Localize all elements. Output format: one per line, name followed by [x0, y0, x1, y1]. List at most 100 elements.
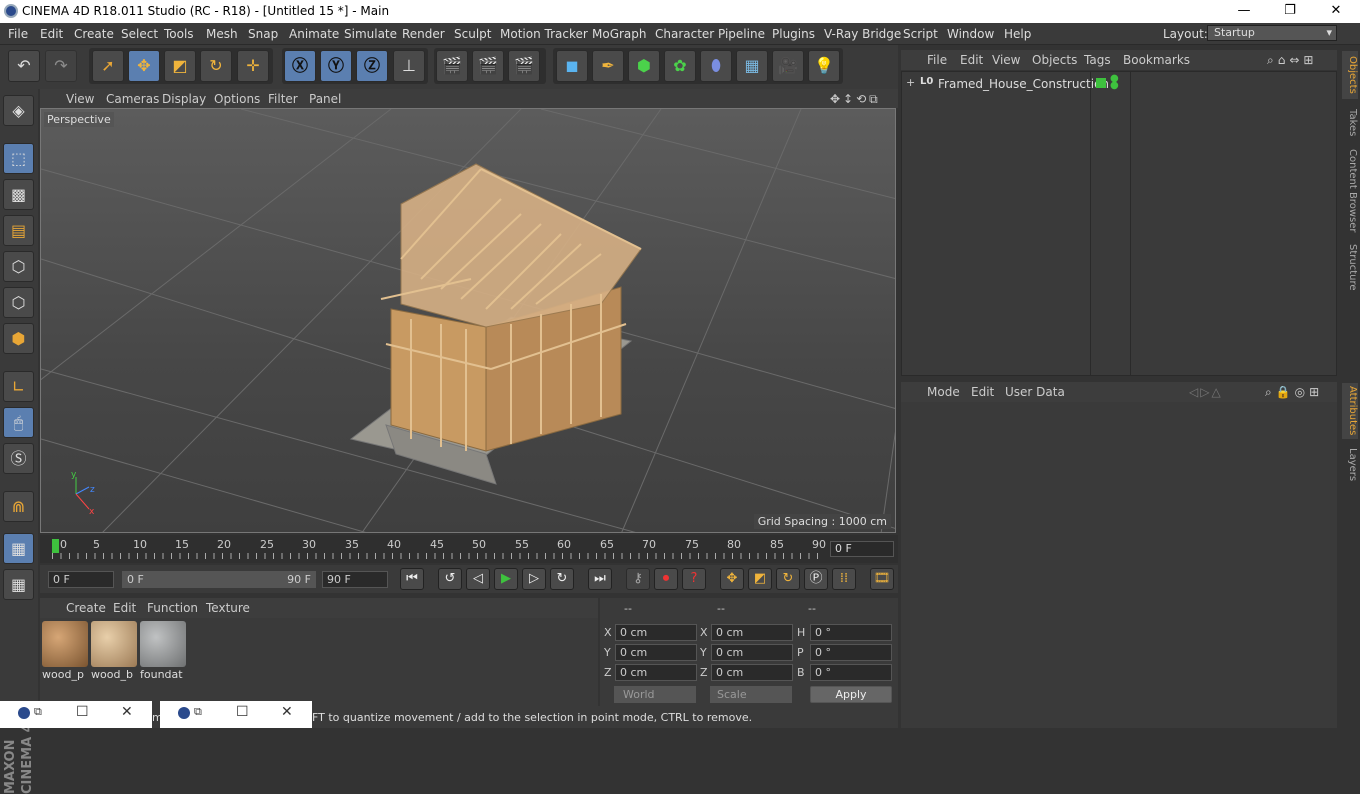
start-frame-field[interactable]: 0 F	[48, 571, 114, 588]
maximize-icon[interactable]: ☐	[236, 704, 249, 720]
workplane-lock-button[interactable]: ▦	[3, 533, 34, 564]
menu-script[interactable]: Script	[903, 27, 938, 41]
attribute-menu-edit[interactable]: Edit	[971, 385, 994, 399]
viewport-menu-filter[interactable]: Filter	[268, 92, 298, 106]
menu-mograph[interactable]: MoGraph	[592, 27, 647, 41]
tab-content-browser[interactable]: Content Browser	[1342, 147, 1358, 235]
expand-toggle[interactable]: +	[906, 76, 915, 89]
cube-button[interactable]: ◼	[556, 50, 588, 82]
key-rotation-button[interactable]: ↻	[776, 568, 800, 590]
live-selection-button[interactable]: ➚	[92, 50, 124, 82]
move-tool-button[interactable]: ✥	[128, 50, 160, 82]
menu-file[interactable]: File	[8, 27, 28, 41]
object-menu-file[interactable]: File	[927, 53, 947, 67]
menu-select[interactable]: Select	[121, 27, 158, 41]
minimized-window[interactable]: ⧉ ☐ ✕	[0, 701, 152, 728]
close-icon[interactable]: ✕	[281, 704, 293, 720]
menu-character[interactable]: Character	[655, 27, 714, 41]
scale-tool-button[interactable]: ◩	[164, 50, 196, 82]
floor-button[interactable]: ▦	[736, 50, 768, 82]
undo-button[interactable]: ↶	[8, 50, 40, 82]
viewport-menu-display[interactable]: Display	[162, 92, 206, 106]
x-axis-button[interactable]: Ⓧ	[284, 50, 316, 82]
apply-button[interactable]: Apply	[810, 686, 892, 703]
tab-attributes[interactable]: Attributes	[1342, 383, 1358, 439]
viewport-menu-view[interactable]: View	[66, 92, 94, 106]
menu-motion-tracker[interactable]: Motion Tracker	[500, 27, 588, 41]
menu-create[interactable]: Create	[74, 27, 114, 41]
object-row[interactable]: + L0 Framed_House_Construction ● ●	[902, 74, 1336, 94]
range-slider[interactable]: 0 F 90 F	[122, 571, 316, 588]
model-mode-button[interactable]: ⬚	[3, 143, 34, 174]
coordinate-mode-select[interactable]: Scale	[710, 686, 792, 703]
render-view-button[interactable]: 🎬	[436, 50, 468, 82]
menu-snap[interactable]: Snap	[248, 27, 278, 41]
record-keys-button[interactable]: ⚷	[626, 568, 650, 590]
menu-render[interactable]: Render	[402, 27, 445, 41]
viewport-nav-icons[interactable]: ✥↕⟲⧉	[830, 92, 881, 107]
viewport-menu-panel[interactable]: Panel	[309, 92, 341, 106]
layout-select[interactable]: Startup ▾	[1207, 25, 1337, 41]
z-axis-button[interactable]: Ⓩ	[356, 50, 388, 82]
timeline-ruler[interactable]: 0 5 10 15 20 25 30 35 40 45 50 55 60 65 …	[40, 535, 898, 563]
position-y-field[interactable]: 0 cm	[615, 644, 697, 661]
restore-icon[interactable]: ⧉	[194, 705, 202, 719]
material-menu-create[interactable]: Create	[66, 601, 106, 615]
key-position-button[interactable]: ✥	[720, 568, 744, 590]
visibility-dots-icon[interactable]: ● ●	[1110, 74, 1119, 91]
position-z-field[interactable]: 0 cm	[615, 664, 697, 681]
material-menu-texture[interactable]: Texture	[206, 601, 250, 615]
snapping-button[interactable]: Ⓢ	[3, 443, 34, 474]
tweak-mode-button[interactable]: 🖱	[3, 407, 34, 438]
maximize-button[interactable]: ❐	[1267, 0, 1313, 23]
size-x-field[interactable]: 0 cm	[711, 624, 793, 641]
playhead-marker[interactable]	[52, 539, 59, 553]
light-button[interactable]: 💡	[808, 50, 840, 82]
object-menu-bookmarks[interactable]: Bookmarks	[1123, 53, 1190, 67]
menu-pipeline[interactable]: Pipeline	[718, 27, 765, 41]
subdivision-button[interactable]: ⬢	[628, 50, 660, 82]
axis-mode-button[interactable]: ∟	[3, 371, 34, 402]
menu-mesh[interactable]: Mesh	[206, 27, 238, 41]
render-picture-viewer-button[interactable]: 🎬	[472, 50, 504, 82]
menu-plugins[interactable]: Plugins	[772, 27, 815, 41]
material-swatch[interactable]	[42, 621, 88, 667]
object-menu-tags[interactable]: Tags	[1084, 53, 1111, 67]
material-swatch[interactable]	[140, 621, 186, 667]
object-name[interactable]: Framed_House_Construction	[938, 77, 1109, 91]
layer-color-icon[interactable]	[1096, 78, 1106, 88]
rotation-h-field[interactable]: 0 °	[810, 624, 892, 641]
coordinate-system-button[interactable]: ⊥	[393, 50, 425, 82]
edges-mode-button[interactable]: ⬡	[3, 287, 34, 318]
menu-tools[interactable]: Tools	[164, 27, 194, 41]
go-to-end-button[interactable]: ⏭	[588, 568, 612, 590]
camera-button[interactable]: 🎥	[772, 50, 804, 82]
points-mode-button[interactable]: ⬡	[3, 251, 34, 282]
rotation-p-field[interactable]: 0 °	[810, 644, 892, 661]
menu-animate[interactable]: Animate	[289, 27, 339, 41]
viewport-menu-options[interactable]: Options	[214, 92, 260, 106]
redo-button[interactable]: ↷	[45, 50, 77, 82]
locked-workplane-button[interactable]: ▦	[3, 569, 34, 600]
object-search-icon[interactable]: ⌕⌂⇔⊞	[1267, 53, 1317, 68]
position-x-field[interactable]: 0 cm	[615, 624, 697, 641]
minimized-window[interactable]: ⧉ ☐ ✕	[160, 701, 312, 728]
recent-tool-button[interactable]: ✛	[237, 50, 269, 82]
close-icon[interactable]: ✕	[121, 704, 133, 720]
attribute-nav-arrows[interactable]: ◁▷△	[1189, 385, 1223, 399]
menu-edit[interactable]: Edit	[40, 27, 63, 41]
tab-takes[interactable]: Takes	[1342, 103, 1358, 143]
rotation-b-field[interactable]: 0 °	[810, 664, 892, 681]
material-swatch[interactable]	[91, 621, 137, 667]
attribute-search-icon[interactable]: ⌕🔒◎⊞	[1265, 385, 1323, 400]
end-frame-field[interactable]: 90 F	[322, 571, 388, 588]
rotate-tool-button[interactable]: ↻	[200, 50, 232, 82]
menu-help[interactable]: Help	[1004, 27, 1031, 41]
viewport-perspective[interactable]: y z x Perspective Grid Spacing : 1000 cm	[40, 108, 896, 533]
magnet-button[interactable]: ⋒	[3, 491, 34, 522]
previous-key-button[interactable]: ↺	[438, 568, 462, 590]
object-menu-view[interactable]: View	[992, 53, 1020, 67]
texture-mode-button[interactable]: ▩	[3, 179, 34, 210]
go-to-start-button[interactable]: ⏮	[400, 568, 424, 590]
next-key-button[interactable]: ↻	[550, 568, 574, 590]
